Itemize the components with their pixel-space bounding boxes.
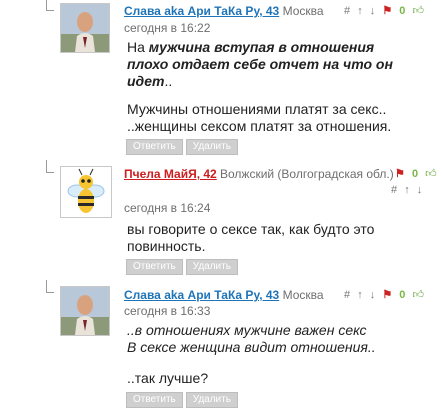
reply-button[interactable]: Ответить	[126, 392, 183, 408]
comment-actions: Ответить Удалить	[126, 136, 241, 155]
comment-tools: ⚑ 0 👍︎	[391, 167, 437, 181]
comment-tools: # ↑ ↓ ⚑ 0 👍︎	[340, 288, 424, 302]
author-link[interactable]: Пчела МайЯ, 42	[124, 167, 217, 181]
thread-line	[46, 280, 47, 292]
comment-actions: Ответить Удалить	[126, 389, 241, 408]
flag-icon[interactable]: ⚑	[382, 288, 392, 302]
man-photo-avatar	[61, 287, 109, 335]
author-line: Слава aka Ари ТаКа Ру, 43 Москва	[124, 288, 324, 302]
reply-button[interactable]: Ответить	[126, 139, 183, 155]
author-city-wrap: Волжский (Волгоградская обл.)	[220, 167, 400, 181]
delete-button[interactable]: Удалить	[185, 139, 238, 155]
comment-text-line: ..в отношениях мужчине важен секс	[127, 322, 427, 339]
author-city: Волжский (Волгоградская обл.)	[220, 167, 394, 181]
bee-avatar	[61, 167, 111, 217]
thread-line	[46, 160, 47, 172]
thumb-up-icon[interactable]: 👍︎	[412, 288, 424, 302]
thumb-up-icon[interactable]: 👍︎	[412, 4, 424, 18]
comment-text-line: повинность.	[127, 238, 206, 254]
comment-text-line: В сексе женщина видит отношения..	[127, 339, 427, 356]
thread-line	[46, 0, 47, 10]
comment-text-line: ..так лучше?	[127, 370, 209, 386]
up-arrow-icon[interactable]: ↑	[357, 288, 363, 302]
text-prefix: На	[127, 39, 149, 55]
comment-1: Слава aka Ари ТаКа Ру, 43 Москва сегодня…	[0, 0, 442, 155]
text-suffix: ..	[164, 73, 173, 89]
thread-tick	[46, 10, 54, 11]
comment-tools-arrows: # ↑ ↓	[387, 183, 422, 197]
comment-date: сегодня в 16:22	[124, 21, 211, 35]
reply-button[interactable]: Ответить	[126, 259, 183, 275]
comment-text: На мужчина вступая в отношения плохо отд…	[127, 39, 417, 90]
delete-button[interactable]: Удалить	[185, 259, 238, 275]
author-link[interactable]: Слава aka Ари ТаКа Ру, 43	[124, 4, 279, 18]
delete-button[interactable]: Удалить	[185, 392, 238, 408]
avatar[interactable]	[60, 3, 110, 53]
up-arrow-icon[interactable]: ↑	[404, 183, 410, 197]
author-line: Слава aka Ари ТаКа Ру, 43 Москва	[124, 4, 324, 18]
text-line: В сексе женщина видит отношения..	[127, 339, 376, 355]
text-line: ..в отношениях мужчине важен секс	[127, 322, 367, 338]
avatar[interactable]	[60, 166, 112, 218]
author-city: Москва	[282, 288, 324, 302]
author-link[interactable]: Слава aka Ари ТаКа Ру, 43	[124, 288, 279, 302]
up-arrow-icon[interactable]: ↑	[357, 4, 363, 18]
like-count: 0	[411, 168, 419, 180]
like-count: 0	[399, 5, 406, 17]
permalink-hash[interactable]: #	[344, 288, 350, 302]
down-arrow-icon[interactable]: ↓	[417, 183, 423, 197]
permalink-hash[interactable]: #	[391, 183, 397, 197]
thread-tick	[46, 172, 54, 173]
down-arrow-icon[interactable]: ↓	[370, 4, 376, 18]
thread-tick	[46, 292, 54, 293]
comment-text-line: ..женщины сексом платят за отношения.	[127, 118, 392, 134]
permalink-hash[interactable]: #	[344, 4, 350, 18]
comment-date: сегодня в 16:24	[124, 201, 211, 215]
comment-actions: Ответить Удалить	[126, 256, 241, 275]
comment-text-line: Мужчины отношениями платят за секс..	[127, 101, 387, 117]
flag-icon[interactable]: ⚑	[395, 167, 405, 181]
flag-icon[interactable]: ⚑	[382, 4, 392, 18]
down-arrow-icon[interactable]: ↓	[370, 288, 376, 302]
comment-tools: # ↑ ↓ ⚑ 0 👍︎	[340, 4, 424, 18]
comment-text-line: вы говорите о сексе так, как будто это	[127, 221, 375, 237]
avatar[interactable]	[60, 286, 110, 336]
author-city: Москва	[282, 4, 324, 18]
comment-date: сегодня в 16:33	[124, 304, 211, 318]
author-line: Пчела МайЯ, 42	[124, 167, 217, 181]
like-count: 0	[399, 289, 406, 301]
man-photo-avatar	[61, 4, 109, 52]
thumb-up-icon[interactable]: 👍︎	[425, 167, 437, 181]
